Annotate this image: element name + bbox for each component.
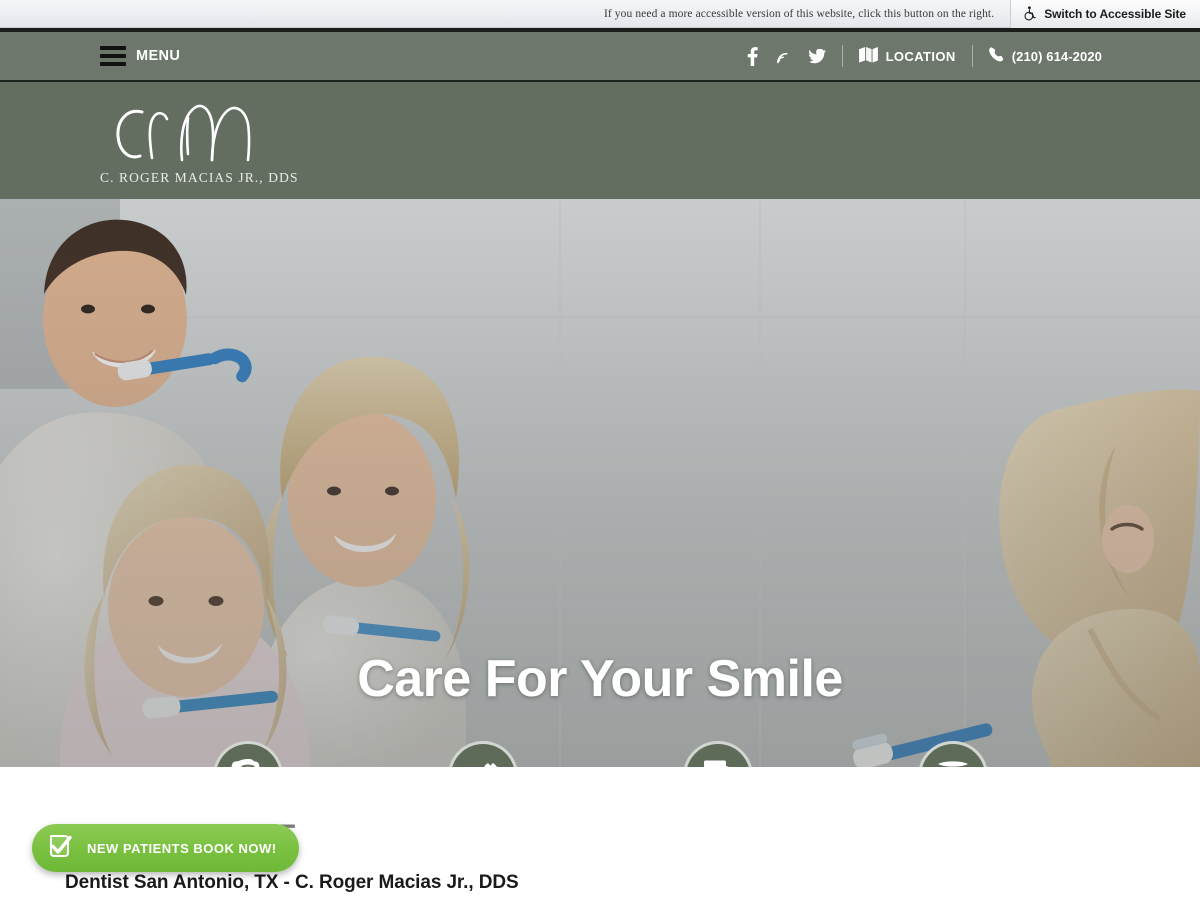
facebook-icon[interactable]	[747, 46, 758, 66]
nav-divider-2	[971, 45, 973, 67]
service-icon-circle	[682, 741, 753, 767]
wheelchair-icon	[1023, 6, 1037, 21]
book-now-label: NEW PATIENTS BOOK NOW!	[87, 840, 277, 856]
phone-number: (210) 614-2020	[1011, 48, 1102, 64]
accessibility-bar: If you need a more accessible version of…	[0, 0, 1200, 28]
rss-icon[interactable]	[776, 49, 791, 64]
crm-monogram-icon	[116, 104, 251, 162]
menu-toggle-button[interactable]: MENU	[100, 46, 180, 66]
twitter-icon[interactable]	[808, 48, 826, 64]
hero-service-links: General Dentistry	[0, 741, 1200, 767]
accessible-site-button-label: Switch to Accessible Site	[1044, 6, 1186, 21]
service-general-dentistry[interactable]: General Dentistry	[188, 741, 308, 767]
toothbrush-paste-icon	[937, 761, 968, 767]
hamburger-icon	[100, 46, 126, 66]
tooth-icon	[231, 759, 259, 767]
logo-practice-name: C. ROGER MACIAS JR., DDS	[100, 170, 299, 185]
service-icon-circle	[212, 741, 283, 767]
service-dental-implants[interactable]: Dental Implants	[658, 741, 778, 767]
service-icon-circle	[917, 741, 988, 767]
service-fillings[interactable]: Fillings	[893, 741, 1013, 767]
hero-banner: Care For Your Smile General Dentistry	[0, 199, 1200, 767]
phone-link[interactable]: (210) 614-2020	[988, 47, 1102, 65]
checkmark-clipboard-icon	[44, 831, 74, 866]
hero-title: Care For Your Smile	[357, 650, 843, 708]
menu-label: MENU	[136, 48, 181, 64]
page-subtitle: Dentist San Antonio, TX - C. Roger Macia…	[65, 872, 519, 893]
nav-divider-1	[841, 45, 843, 67]
location-label: LOCATION	[885, 48, 956, 64]
social-links	[747, 46, 826, 66]
location-link[interactable]: LOCATION	[858, 46, 956, 66]
phone-icon	[988, 47, 1004, 65]
accessibility-note: If you need a more accessible version of…	[603, 7, 995, 20]
service-teeth-whitening[interactable]: Teeth Whitening	[423, 741, 543, 767]
switch-to-accessible-site-button[interactable]: Switch to Accessible Site	[1010, 0, 1200, 28]
main-navbar: MENU LOCATION (210) 614-2020	[0, 32, 1200, 82]
logo-band: C. ROGER MACIAS JR., DDS	[0, 82, 1200, 199]
new-patients-book-now-button[interactable]: NEW PATIENTS BOOK NOW!	[32, 824, 299, 872]
floss-dispenser-icon	[703, 760, 729, 767]
toothpaste-tube-icon	[484, 763, 497, 767]
site-logo[interactable]: C. ROGER MACIAS JR., DDS	[100, 88, 299, 186]
navbar-right-group: LOCATION (210) 614-2020	[747, 43, 1102, 69]
service-icon-circle	[447, 741, 518, 767]
map-icon	[858, 46, 878, 66]
